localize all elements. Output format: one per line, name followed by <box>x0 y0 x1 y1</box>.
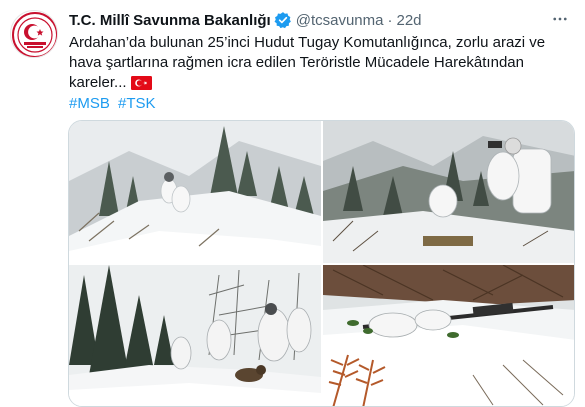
photo-2-image <box>323 121 574 263</box>
photo-3[interactable] <box>69 265 321 406</box>
photo-4[interactable] <box>323 265 574 406</box>
media-grid <box>68 120 575 407</box>
more-options-icon <box>553 17 567 21</box>
turkey-flag-icon <box>130 76 152 90</box>
tweet-text: Ardahan’da bulunan 25’inci Hudut Tugay K… <box>69 33 569 93</box>
hashtag-msb[interactable]: #MSB <box>69 95 110 112</box>
photo-1[interactable] <box>69 121 321 263</box>
avatar[interactable] <box>10 10 58 58</box>
verified-badge-icon <box>274 12 291 29</box>
photo-3-image <box>69 265 321 406</box>
photo-4-image <box>323 265 574 406</box>
handle[interactable]: @tcsavunma <box>296 12 384 29</box>
hashtag-tsk[interactable]: #TSK <box>118 95 156 112</box>
timestamp[interactable]: 22d <box>396 12 421 29</box>
separator-dot: · <box>387 11 393 29</box>
photo-2[interactable] <box>323 121 574 263</box>
msb-seal-logo <box>12 12 57 57</box>
photo-1-image <box>69 121 321 263</box>
display-name[interactable]: T.C. Millî Savunma Bakanlığı <box>69 12 271 29</box>
hashtags: #MSB #TSK <box>69 94 160 114</box>
more-options-button[interactable] <box>549 8 571 30</box>
tweet-header: T.C. Millî Savunma Bakanlığı @tcsavunma … <box>69 10 422 30</box>
